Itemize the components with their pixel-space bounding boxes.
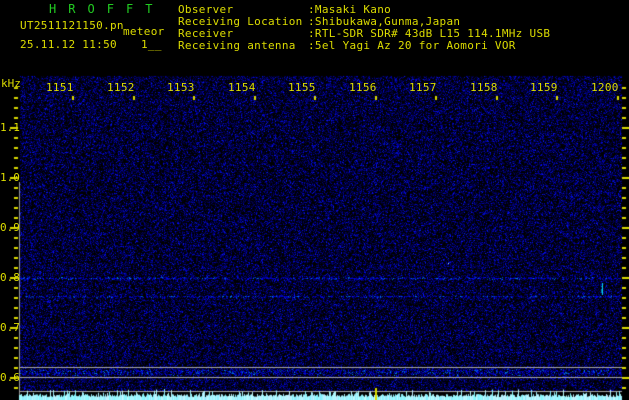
freq-label-0.7: 0.7 (0, 321, 20, 334)
info-value-antenna: :5el Yagi Az 20 for Aomori VOR (308, 39, 516, 52)
mode-label: meteor (123, 25, 165, 38)
time-label-1155: 1155 (288, 81, 316, 94)
freq-label-1.1: 1.1 (0, 121, 20, 134)
app-title: H R O F F T (49, 2, 155, 16)
spectrogram-canvas (0, 0, 629, 400)
info-label-antenna: Receiving antenna (178, 39, 296, 52)
freq-label-1.0: 1.0 (0, 171, 20, 184)
time-label-1157: 1157 (409, 81, 437, 94)
echo-counter: 1__ (141, 38, 162, 51)
time-label-1200: 1200 (591, 81, 619, 94)
output-filename: UT2511121150.pn (20, 19, 124, 32)
time-label-1153: 1153 (167, 81, 195, 94)
frequency-unit-label: kHz (1, 77, 21, 90)
time-label-1159: 1159 (530, 81, 558, 94)
time-label-1158: 1158 (470, 81, 498, 94)
time-label-1154: 1154 (228, 81, 256, 94)
time-label-1151: 1151 (46, 81, 74, 94)
freq-label-0.6: 0.6 (0, 371, 20, 384)
freq-label-0.8: 0.8 (0, 271, 20, 284)
datetime-label: 25.11.12 11:50 (20, 38, 117, 51)
freq-label-0.9: 0.9 (0, 221, 20, 234)
hrofft-window: H R O F F T UT2511121150.pn meteor 25.11… (0, 0, 629, 400)
time-label-1156: 1156 (349, 81, 377, 94)
time-label-1152: 1152 (107, 81, 135, 94)
